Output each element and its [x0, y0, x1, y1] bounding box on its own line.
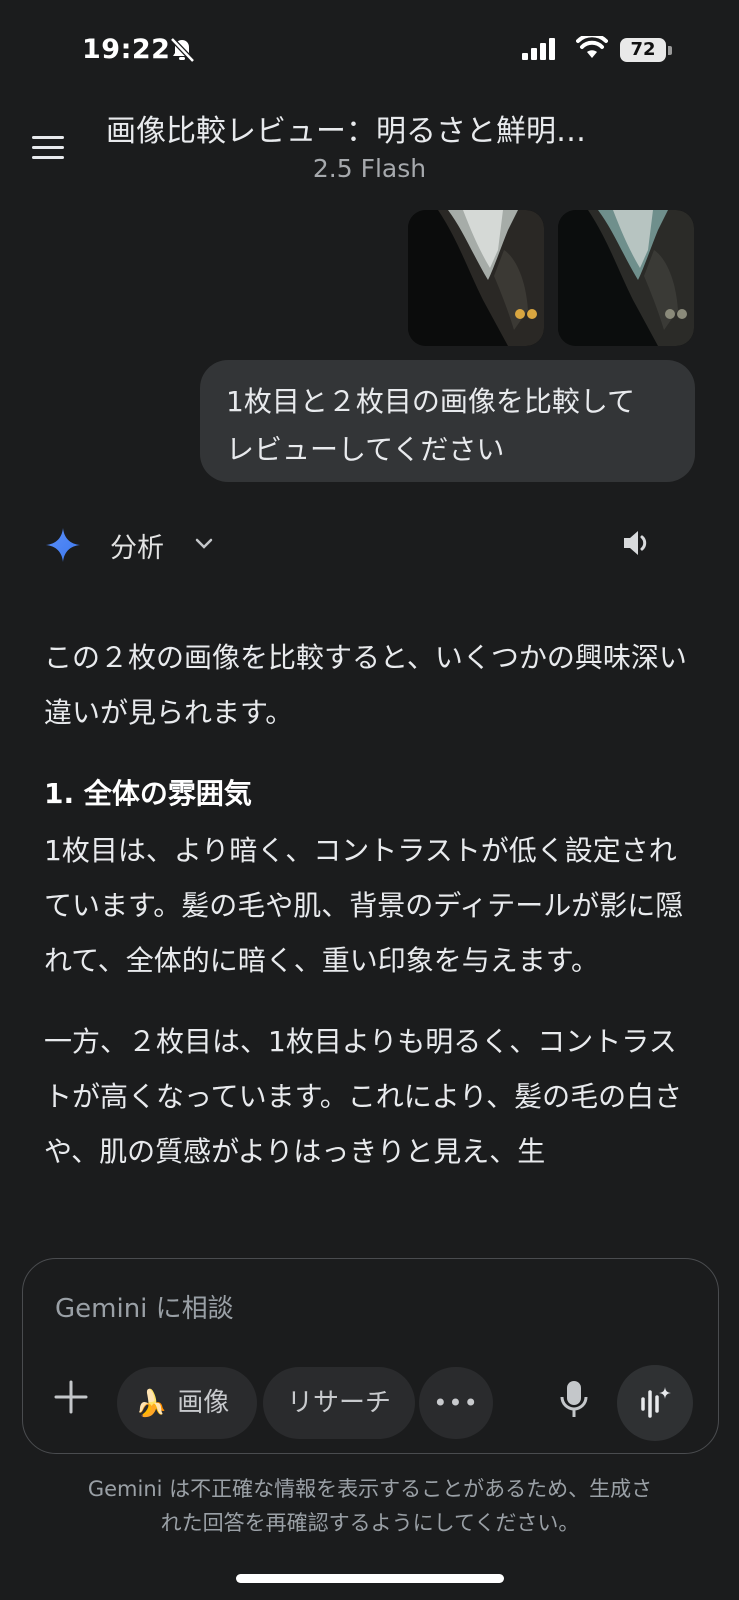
- chevron-down-icon[interactable]: [194, 536, 214, 552]
- signal-icon: [522, 38, 555, 60]
- response-paragraph-1: 1枚目は、より暗く、コントラストが低く設定されています。髪の毛や肌、背景のディテ…: [44, 834, 684, 977]
- model-selector[interactable]: 2.5 Flash: [0, 154, 739, 183]
- wifi-icon: [576, 36, 608, 58]
- response-paragraph-2: 一方、２枚目は、1枚目よりも明るく、コントラストが高くなっています。これにより、…: [44, 1025, 683, 1168]
- composer: 🍌 画像 リサーチ •••: [22, 1258, 719, 1454]
- disclaimer: Gemini は不正確な情報を表示することがあるため、生成さ れた回答を再確認す…: [30, 1472, 710, 1540]
- speaker-icon[interactable]: [620, 526, 654, 560]
- status-time: 19:22: [82, 34, 171, 65]
- banana-icon: 🍌: [135, 1388, 168, 1419]
- image-chip[interactable]: 🍌 画像: [117, 1367, 257, 1439]
- analysis-toggle[interactable]: 分析: [110, 526, 164, 565]
- prompt-input[interactable]: [53, 1293, 657, 1325]
- disclaimer-line-2: れた回答を再確認するようにしてください。: [160, 1511, 580, 1535]
- research-chip[interactable]: リサーチ: [263, 1367, 415, 1439]
- attached-image-2[interactable]: [558, 210, 694, 346]
- more-tools-button[interactable]: •••: [419, 1367, 493, 1439]
- battery-icon: 72: [620, 38, 672, 64]
- image-chip-label: 画像: [177, 1388, 230, 1418]
- battery-level: 72: [630, 39, 656, 60]
- add-icon[interactable]: [53, 1379, 89, 1415]
- response-body: この２枚の画像を比較すると、いくつかの興味深い違いが見られます。 1. 全体の雰…: [44, 630, 694, 1242]
- user-message-line-1: 1枚目と２枚目の画像を比較して: [226, 385, 635, 418]
- user-message-bubble: 1枚目と２枚目の画像を比較して レビューしてください: [200, 360, 695, 482]
- gemini-spark-icon: [46, 528, 80, 562]
- attached-image-1[interactable]: [408, 210, 544, 346]
- section-heading: 1. 全体の雰囲気: [44, 777, 252, 810]
- response-intro: この２枚の画像を比較すると、いくつかの興味深い違いが見られます。: [44, 641, 687, 729]
- live-button[interactable]: [617, 1365, 693, 1441]
- disclaimer-line-1: Gemini は不正確な情報を表示することがあるため、生成さ: [87, 1477, 653, 1501]
- live-waveform-icon: [641, 1387, 671, 1418]
- home-indicator[interactable]: [236, 1574, 504, 1583]
- microphone-icon[interactable]: [559, 1379, 589, 1419]
- chat-title[interactable]: 画像比較レビュー：明るさと鮮明…: [106, 106, 626, 150]
- user-message-line-2: レビューしてください: [226, 433, 505, 466]
- bell-off-icon: [170, 37, 195, 63]
